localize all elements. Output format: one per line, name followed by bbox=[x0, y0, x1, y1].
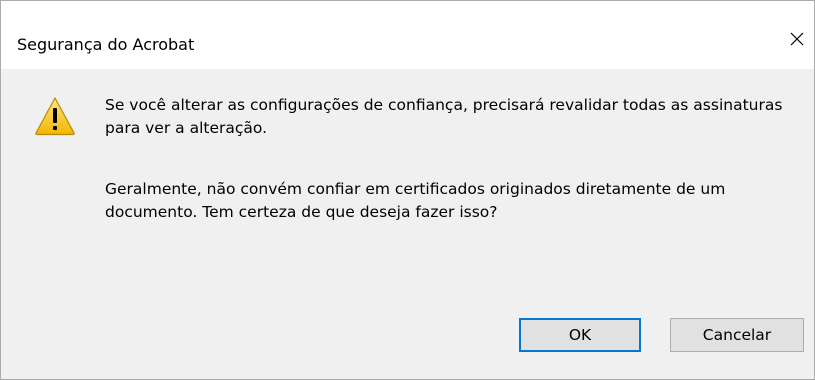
cancel-button[interactable]: Cancelar bbox=[670, 318, 804, 352]
close-button[interactable] bbox=[780, 21, 814, 57]
ok-button[interactable]: OK bbox=[519, 318, 641, 352]
warning-icon bbox=[35, 97, 75, 136]
dialog-body: Se você alterar as configurações de conf… bbox=[1, 69, 814, 379]
message-confirm: Geralmente, não convém confiar em certif… bbox=[105, 180, 726, 221]
close-icon bbox=[790, 32, 804, 46]
dialog-title: Segurança do Acrobat bbox=[17, 35, 195, 54]
message-revalidate: Se você alterar as configurações de conf… bbox=[105, 96, 783, 137]
dialog-titlebar: Segurança do Acrobat bbox=[1, 1, 814, 69]
security-dialog: Segurança do Acrobat Se você alterar as … bbox=[0, 0, 815, 380]
